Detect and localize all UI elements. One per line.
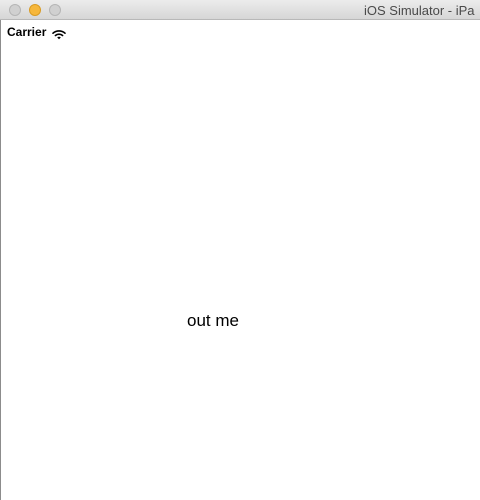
window-left-border	[0, 20, 1, 500]
title-bar[interactable]: iOS Simulator - iPa	[0, 0, 480, 20]
window-title: iOS Simulator - iPa	[364, 3, 475, 18]
simulator-window: iOS Simulator - iPa Carrier out me	[0, 0, 480, 500]
content-label: out me	[187, 311, 239, 330]
carrier-label: Carrier	[7, 25, 47, 39]
minimize-window-button[interactable]	[29, 4, 41, 16]
zoom-window-button[interactable]	[49, 4, 61, 16]
wifi-icon	[52, 27, 67, 39]
ios-status-bar: Carrier	[7, 24, 67, 40]
close-window-button[interactable]	[9, 4, 21, 16]
